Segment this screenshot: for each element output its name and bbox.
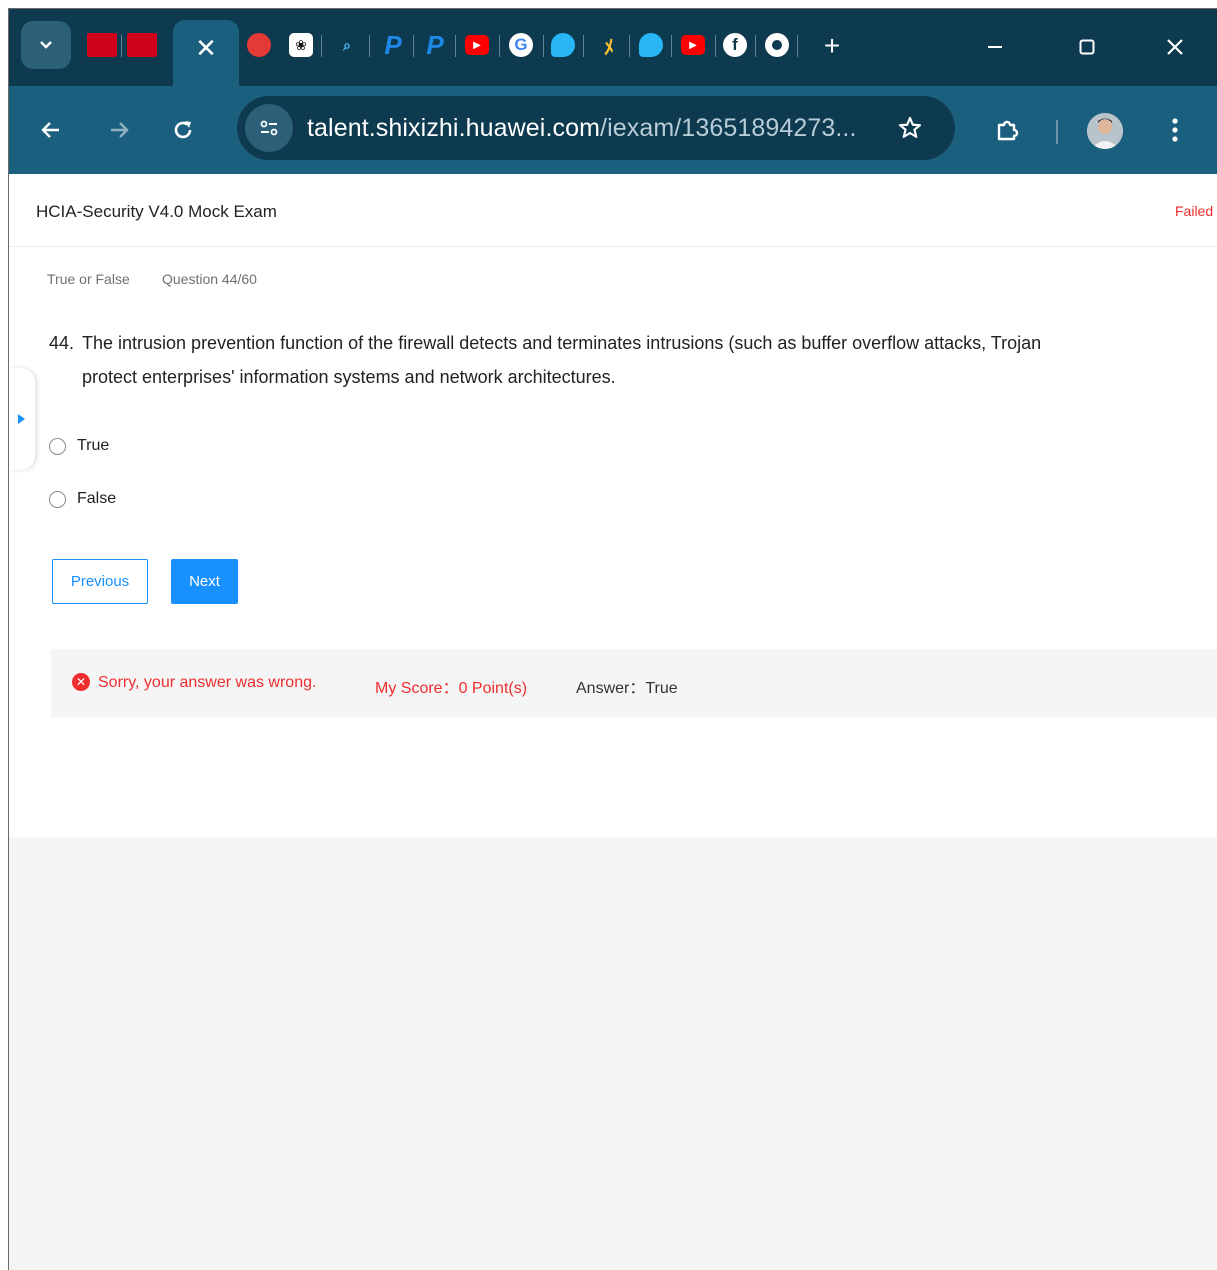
address-bar[interactable]: talent.shixizhi.huawei.com/iexam/1365189… <box>237 96 955 160</box>
score-text: My Score：0 Point(s) <box>375 680 528 697</box>
radio-button[interactable] <box>49 437 66 455</box>
url-text[interactable]: talent.shixizhi.huawei.com/iexam/1365189… <box>307 114 857 143</box>
question-number: 44. <box>49 333 75 353</box>
tab-separator <box>797 35 798 57</box>
option-label: True <box>77 437 110 454</box>
url-path: /iexam/13651894273... <box>600 114 857 142</box>
option-true[interactable]: True <box>49 435 109 457</box>
reload-icon <box>174 121 192 139</box>
tune-icon <box>260 120 278 136</box>
site-info-button[interactable] <box>245 104 293 152</box>
tab-separator <box>543 35 544 57</box>
tab-separator <box>455 35 456 57</box>
url-domain: talent.shixizhi.huawei.com <box>307 114 601 142</box>
tab-separator <box>755 35 756 57</box>
exam-card: HCIA-Security V4.0 Mock Exam Failed True… <box>9 174 1217 837</box>
paypal-icon[interactable]: P <box>381 30 405 60</box>
error-icon: ✕ <box>72 673 90 691</box>
extensions-button[interactable] <box>989 112 1025 148</box>
browser-window: ✕ ❀ ⌕ P P ▶ G ﾒ ▶ f + talent.shixizhi.hu… <box>8 8 1217 1270</box>
tab-separator <box>629 35 630 57</box>
bird-icon[interactable] <box>639 33 663 57</box>
forward-button[interactable] <box>101 112 137 148</box>
minimize-button[interactable] <box>973 27 1017 67</box>
answer-text: Answer：True <box>576 680 678 697</box>
back-button[interactable] <box>33 112 69 148</box>
close-icon <box>1167 39 1183 55</box>
question-type: True or False <box>47 271 130 287</box>
giraffe-icon[interactable]: ﾒ <box>597 33 621 59</box>
maximize-icon <box>1079 39 1095 55</box>
option-false[interactable]: False <box>49 488 116 510</box>
openai-icon[interactable]: ❀ <box>289 33 313 57</box>
tab-strip: ✕ ❀ ⌕ P P ▶ G ﾒ ▶ f + <box>9 9 1217 86</box>
more-vert-icon <box>1172 118 1178 142</box>
option-label: False <box>77 490 117 507</box>
tab-search-button[interactable] <box>21 21 71 69</box>
star-icon <box>898 116 922 138</box>
toolbar-divider <box>1056 120 1058 144</box>
question-line-1: The intrusion prevention function of the… <box>82 333 1042 353</box>
radio-button[interactable] <box>49 490 66 508</box>
avatar[interactable] <box>1087 113 1123 149</box>
active-tab[interactable]: ✕ <box>173 20 239 86</box>
maximize-button[interactable] <box>1065 27 1109 67</box>
arrow-right-icon <box>111 122 129 138</box>
new-tab-button[interactable]: + <box>817 30 847 61</box>
close-window-button[interactable] <box>1153 27 1197 67</box>
page-content: HCIA-Security V4.0 Mock Exam Failed True… <box>9 174 1217 1270</box>
side-panel-toggle[interactable] <box>9 368 35 470</box>
page-title: HCIA-Security V4.0 Mock Exam <box>36 202 277 221</box>
chevron-down-icon <box>40 41 52 49</box>
status-badge: Failed <box>1175 203 1214 219</box>
minimize-icon <box>988 46 1002 48</box>
search-icon[interactable]: ⌕ <box>335 33 359 57</box>
close-tab-icon[interactable]: ✕ <box>195 33 217 64</box>
tab-separator <box>369 35 370 57</box>
facebook-icon[interactable]: f <box>723 33 747 57</box>
tab-separator <box>321 35 322 57</box>
reload-button[interactable] <box>165 112 201 148</box>
tab-separator <box>499 35 500 57</box>
youtube-icon[interactable]: ▶ <box>681 35 705 55</box>
arrow-left-icon <box>41 122 59 138</box>
result-message: Sorry, your answer was wrong. <box>98 674 317 691</box>
robot-icon[interactable] <box>247 33 271 57</box>
huawei-icon[interactable] <box>87 33 117 57</box>
tab-separator <box>121 35 122 57</box>
question-progress: Question 44/60 <box>162 271 257 287</box>
huawei-icon[interactable] <box>127 33 157 57</box>
google-icon[interactable]: G <box>509 33 533 57</box>
result-panel: ✕ Sorry, your answer was wrong. My Score… <box>51 649 1217 717</box>
paypal-icon[interactable]: P <box>423 30 447 60</box>
puzzle-icon <box>997 120 1019 141</box>
bookmark-button[interactable] <box>893 111 927 145</box>
caret-right-icon <box>18 414 25 424</box>
tab-separator <box>583 35 584 57</box>
tab-separator <box>715 35 716 57</box>
browser-toolbar: talent.shixizhi.huawei.com/iexam/1365189… <box>9 86 1217 174</box>
previous-button[interactable]: Previous <box>52 559 148 604</box>
youtube-icon[interactable]: ▶ <box>465 35 489 55</box>
question-line-2: protect enterprises' information systems… <box>82 367 616 387</box>
next-button[interactable]: Next <box>171 559 238 604</box>
tab-separator <box>671 35 672 57</box>
bird-icon[interactable] <box>551 33 575 57</box>
question-text: 44. The intrusion prevention function of … <box>49 326 1217 394</box>
chrome-icon[interactable] <box>765 33 789 57</box>
browser-menu-button[interactable] <box>1157 112 1193 148</box>
tab-separator <box>413 35 414 57</box>
profile-photo-icon <box>1087 113 1123 149</box>
exam-header: HCIA-Security V4.0 Mock Exam Failed <box>9 174 1217 247</box>
